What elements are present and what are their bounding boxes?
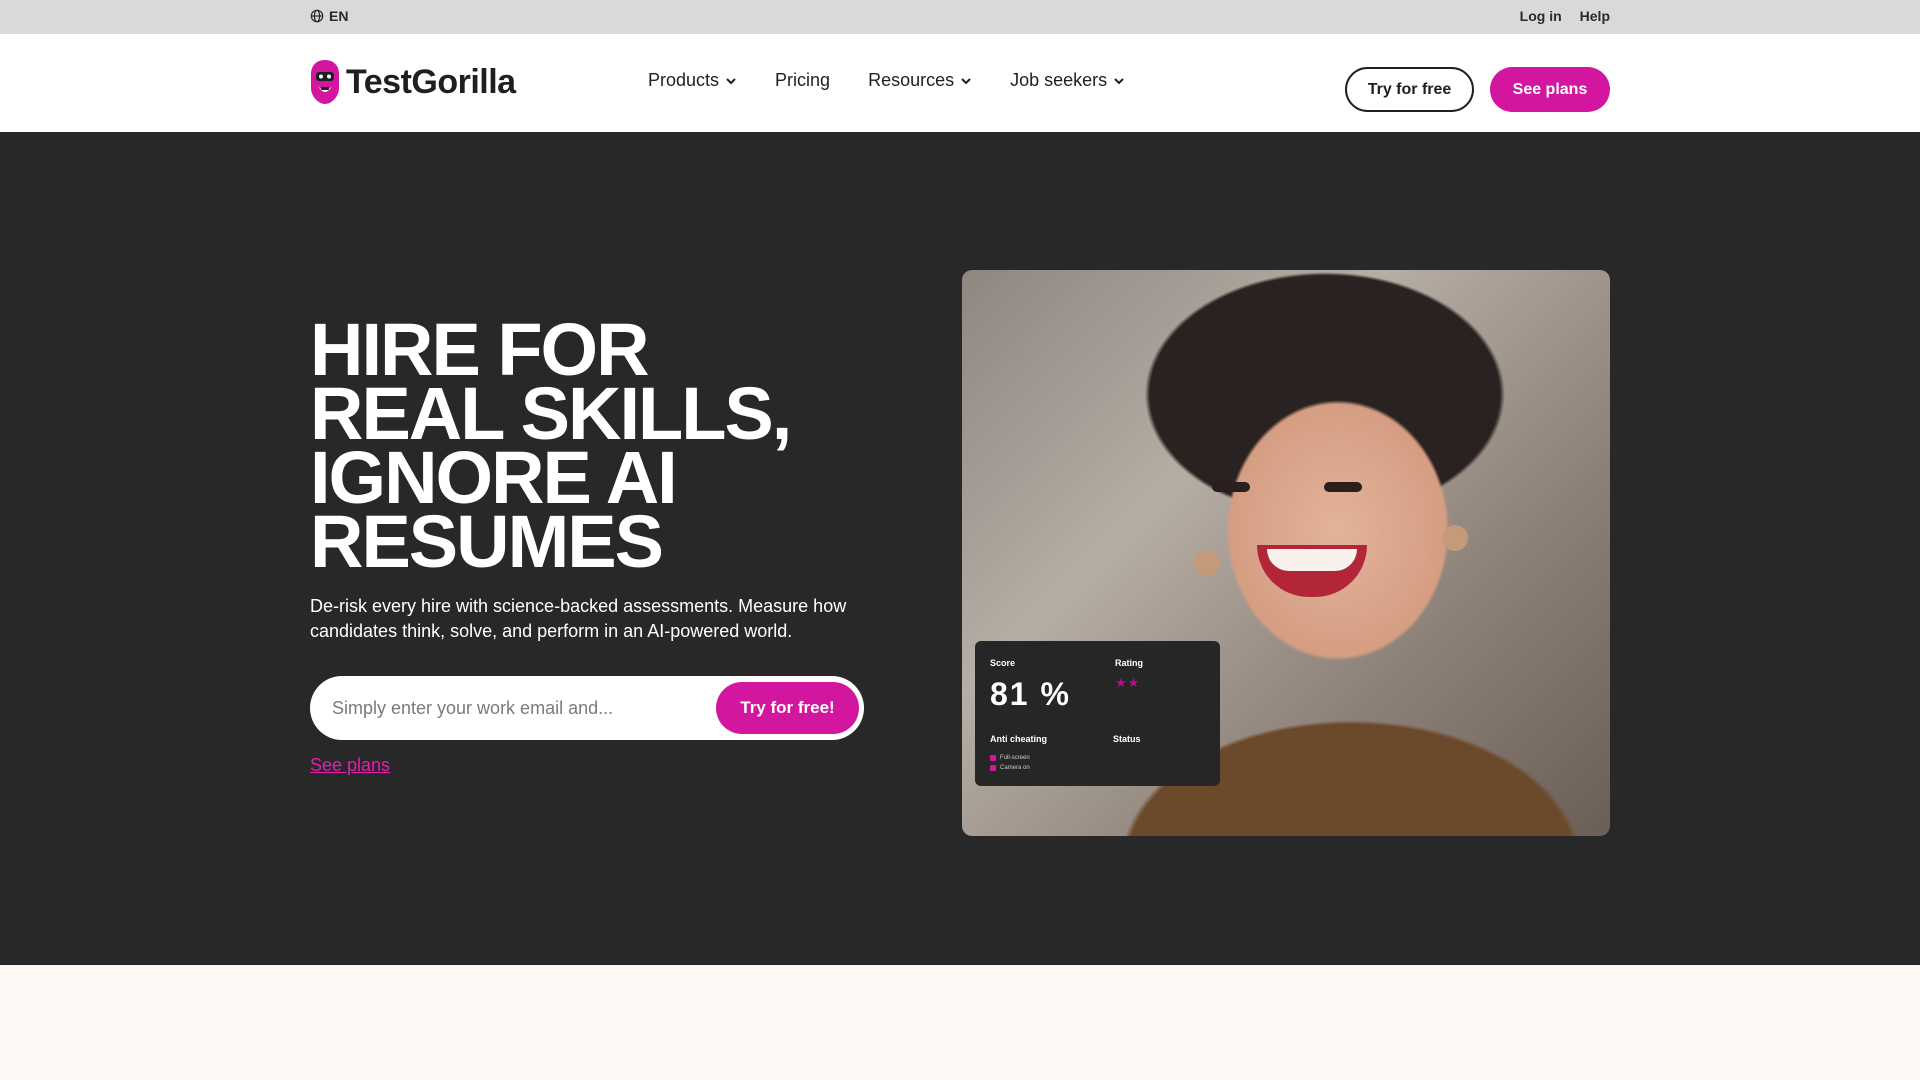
photo-teeth	[1267, 549, 1357, 571]
login-link[interactable]: Log in	[1520, 8, 1562, 24]
nav-pricing[interactable]: Pricing	[775, 70, 830, 91]
try-for-free-cta-button[interactable]: Try for free!	[716, 682, 859, 734]
anti-cheating-item: Camera on	[990, 765, 1030, 771]
hero-section: HIRE FOR REAL SKILLS, IGNORE AI RESUMES …	[0, 132, 1920, 965]
nav-resources[interactable]: Resources	[868, 70, 972, 91]
status-label: Status	[1113, 734, 1141, 744]
headline-line-4: RESUMES	[310, 500, 664, 583]
next-section	[0, 965, 1920, 1080]
language-label: EN	[329, 8, 349, 24]
score-label: Score	[990, 658, 1016, 668]
score-card: Score Rating 81 % ★★ Anti cheating Statu…	[975, 641, 1220, 786]
hero-headline: HIRE FOR REAL SKILLS, IGNORE AI RESUMES	[310, 313, 870, 583]
gorilla-logo-icon	[311, 60, 339, 104]
rating-label: Rating	[1115, 658, 1143, 668]
see-plans-link[interactable]: See plans	[310, 755, 390, 776]
email-signup-form: Try for free!	[310, 676, 864, 740]
photo-earring	[1442, 525, 1468, 551]
language-selector[interactable]: EN	[310, 8, 348, 24]
nav-job-seekers[interactable]: Job seekers	[1010, 70, 1125, 91]
photo-earring	[1194, 550, 1220, 576]
help-link[interactable]: Help	[1580, 8, 1610, 24]
photo-eye	[1212, 482, 1250, 492]
globe-icon	[310, 9, 324, 23]
photo-eye	[1324, 482, 1362, 492]
brand-logo[interactable]: TestGorilla	[310, 58, 516, 106]
score-value: 81 %	[990, 676, 1071, 712]
see-plans-button[interactable]: See plans	[1490, 67, 1610, 112]
chevron-down-icon	[726, 77, 736, 84]
anti-cheating-item-label: Camera on	[1000, 765, 1030, 771]
anti-cheating-item-label: Full-screen	[1000, 755, 1030, 761]
hero-subtext: De-risk every hire with science-backed a…	[310, 596, 847, 641]
anti-cheating-item: Full-screen	[990, 755, 1030, 761]
rating-stars-icon: ★★	[1115, 675, 1141, 690]
anti-cheating-label: Anti cheating	[990, 734, 1048, 744]
utility-bar: EN Log in Help	[0, 0, 1920, 34]
chevron-down-icon	[1114, 77, 1124, 84]
nav-products[interactable]: Products	[648, 70, 737, 91]
primary-menu: Products Pricing Resources Job seekers	[648, 70, 1163, 91]
chevron-down-icon	[961, 77, 971, 84]
nav-pricing-label: Pricing	[775, 70, 831, 90]
checkbox-icon	[990, 755, 996, 761]
brand-name: TestGorilla	[346, 62, 516, 101]
nav-resources-label: Resources	[868, 70, 955, 90]
main-nav: TestGorilla Products Pricing Resources J…	[0, 34, 1920, 132]
nav-products-label: Products	[648, 70, 720, 90]
try-for-free-button[interactable]: Try for free	[1345, 67, 1474, 112]
nav-job-seekers-label: Job seekers	[1010, 70, 1108, 90]
work-email-input[interactable]	[330, 696, 716, 720]
checkbox-icon	[990, 765, 996, 771]
